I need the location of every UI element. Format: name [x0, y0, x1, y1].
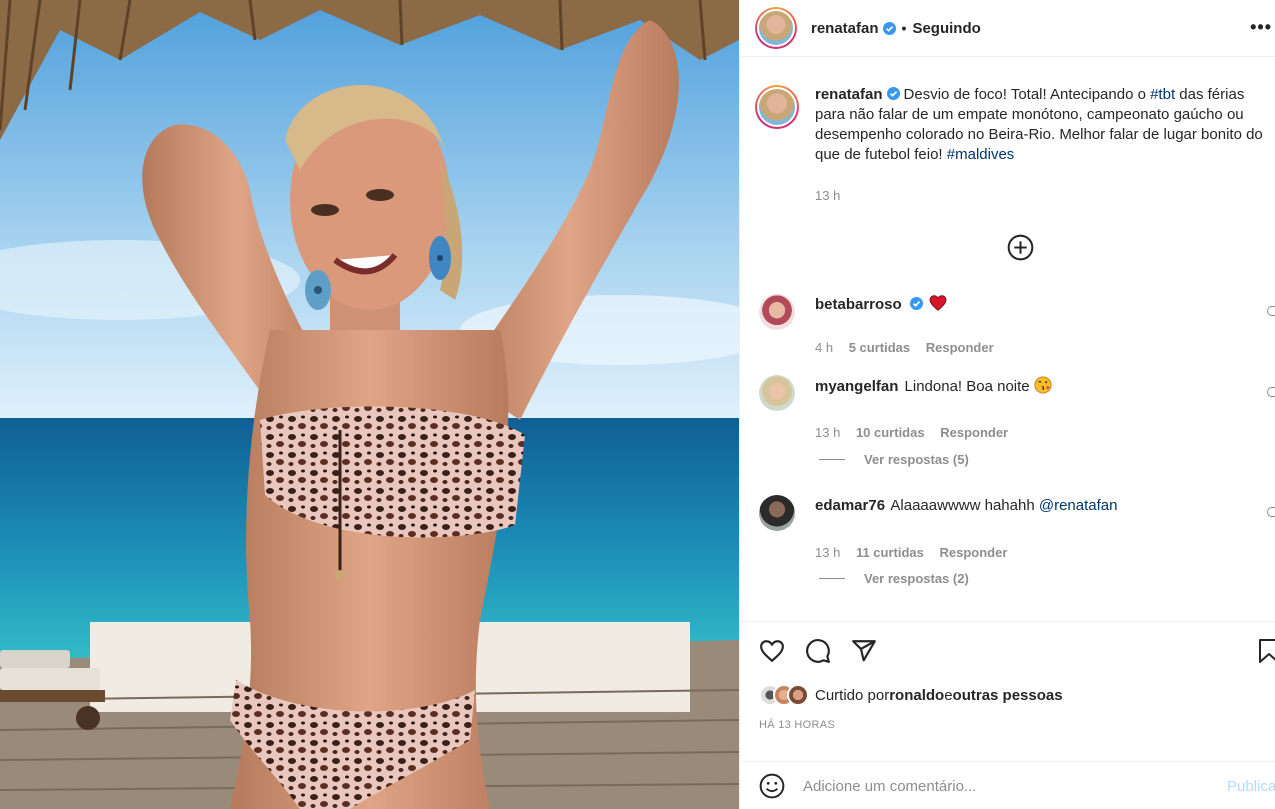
liked-by-mid: e: [944, 686, 953, 704]
caption-avatar[interactable]: [755, 85, 799, 129]
liked-by-prefix: Curtido por: [815, 686, 890, 704]
comment-text: Lindona! Boa noite: [904, 378, 1030, 395]
view-replies-button[interactable]: Ver respostas (2): [819, 571, 969, 586]
verified-badge-icon: [882, 21, 896, 35]
like-comment-icon[interactable]: [1267, 306, 1275, 316]
comment-username[interactable]: edamar76: [815, 497, 885, 514]
caption-text: renatafan Desvio de foco! Total! Antecipa…: [815, 85, 1270, 165]
post-actions: Curtido por ronaldo e outras pessoas HÁ …: [740, 621, 1275, 809]
comment-avatar[interactable]: [759, 495, 795, 531]
reply-button[interactable]: Responder: [926, 340, 994, 355]
comment-icon[interactable]: [805, 638, 831, 664]
mention-link[interactable]: @renatafan: [1039, 497, 1118, 514]
author-username[interactable]: renatafan: [811, 20, 879, 37]
add-comment-bar: Adicione um comentário... Publicar: [740, 761, 1275, 809]
reply-button[interactable]: Responder: [940, 545, 1008, 560]
reply-button[interactable]: Responder: [940, 425, 1008, 440]
following-button[interactable]: Seguindo: [912, 20, 980, 37]
comment-likes[interactable]: 10 curtidas: [856, 425, 925, 440]
comment-likes[interactable]: 11 curtidas: [856, 545, 924, 560]
comment-likes[interactable]: 5 curtidas: [849, 340, 910, 355]
comment-item: edamar76 Alaaaawwww hahahh @renatafan 13…: [759, 495, 1275, 560]
comment-time: 4 h: [815, 340, 834, 355]
caption-body-1: Desvio de foco! Total! Antecipando o: [903, 86, 1151, 103]
caption-time: 13 h: [815, 188, 841, 203]
caption-username[interactable]: renatafan: [815, 86, 883, 103]
verified-badge-icon: [909, 297, 923, 310]
hashtag-link[interactable]: #maldives: [947, 146, 1015, 163]
red-heart-emoji-icon: [929, 295, 947, 311]
author-avatar[interactable]: [755, 7, 797, 49]
like-comment-icon[interactable]: [1267, 507, 1275, 517]
like-comment-icon[interactable]: [1267, 387, 1275, 397]
liked-by-others[interactable]: outras pessoas: [953, 687, 1063, 704]
comment-text: Alaaaawwww hahahh: [890, 497, 1039, 514]
emoji-icon[interactable]: [759, 773, 785, 799]
comment-item: betabarroso 4 h 5 curtidas Responder: [759, 294, 1275, 355]
liked-by-user[interactable]: ronaldo: [889, 687, 944, 704]
more-icon[interactable]: •••: [1250, 17, 1272, 38]
kiss-face-emoji-icon: [1034, 376, 1052, 394]
post-caption: renatafan Desvio de foco! Total! Antecipa…: [755, 85, 1270, 165]
liked-by: Curtido por ronaldo e outras pessoas: [759, 684, 1063, 706]
replies-divider: [819, 578, 845, 579]
comment-avatar[interactable]: [759, 294, 795, 330]
post-header: renatafan • Seguindo •••: [740, 0, 1275, 57]
share-icon[interactable]: [851, 638, 877, 664]
post-photo: [0, 0, 739, 809]
comment-time: 13 h: [815, 425, 841, 440]
heart-icon[interactable]: [759, 638, 785, 664]
liker-avatars[interactable]: [759, 684, 809, 706]
view-replies-button[interactable]: Ver respostas (5): [819, 452, 969, 467]
view-replies-label[interactable]: Ver respostas (5): [864, 452, 969, 467]
comment-input[interactable]: Adicione um comentário...: [803, 778, 976, 795]
verified-badge-icon: [886, 87, 900, 100]
publish-button[interactable]: Publicar: [1227, 778, 1275, 795]
add-circle-icon[interactable]: [1007, 234, 1034, 261]
comment-username[interactable]: myangelfan: [815, 378, 898, 395]
separator-dot: •: [901, 20, 907, 36]
comment-time: 13 h: [815, 545, 841, 560]
view-replies-label[interactable]: Ver respostas (2): [864, 571, 969, 586]
comment-username[interactable]: betabarroso: [815, 296, 902, 313]
comment-item: myangelfan Lindona! Boa noite 13 h 10 cu…: [759, 375, 1275, 440]
replies-divider: [819, 459, 845, 460]
bookmark-icon[interactable]: [1258, 638, 1275, 664]
post-detail-panel: renatafan • Seguindo ••• renatafan Desvio…: [739, 0, 1275, 809]
hashtag-link[interactable]: #tbt: [1150, 86, 1175, 103]
post-timestamp[interactable]: HÁ 13 HORAS: [759, 719, 835, 731]
comment-avatar[interactable]: [759, 375, 795, 411]
